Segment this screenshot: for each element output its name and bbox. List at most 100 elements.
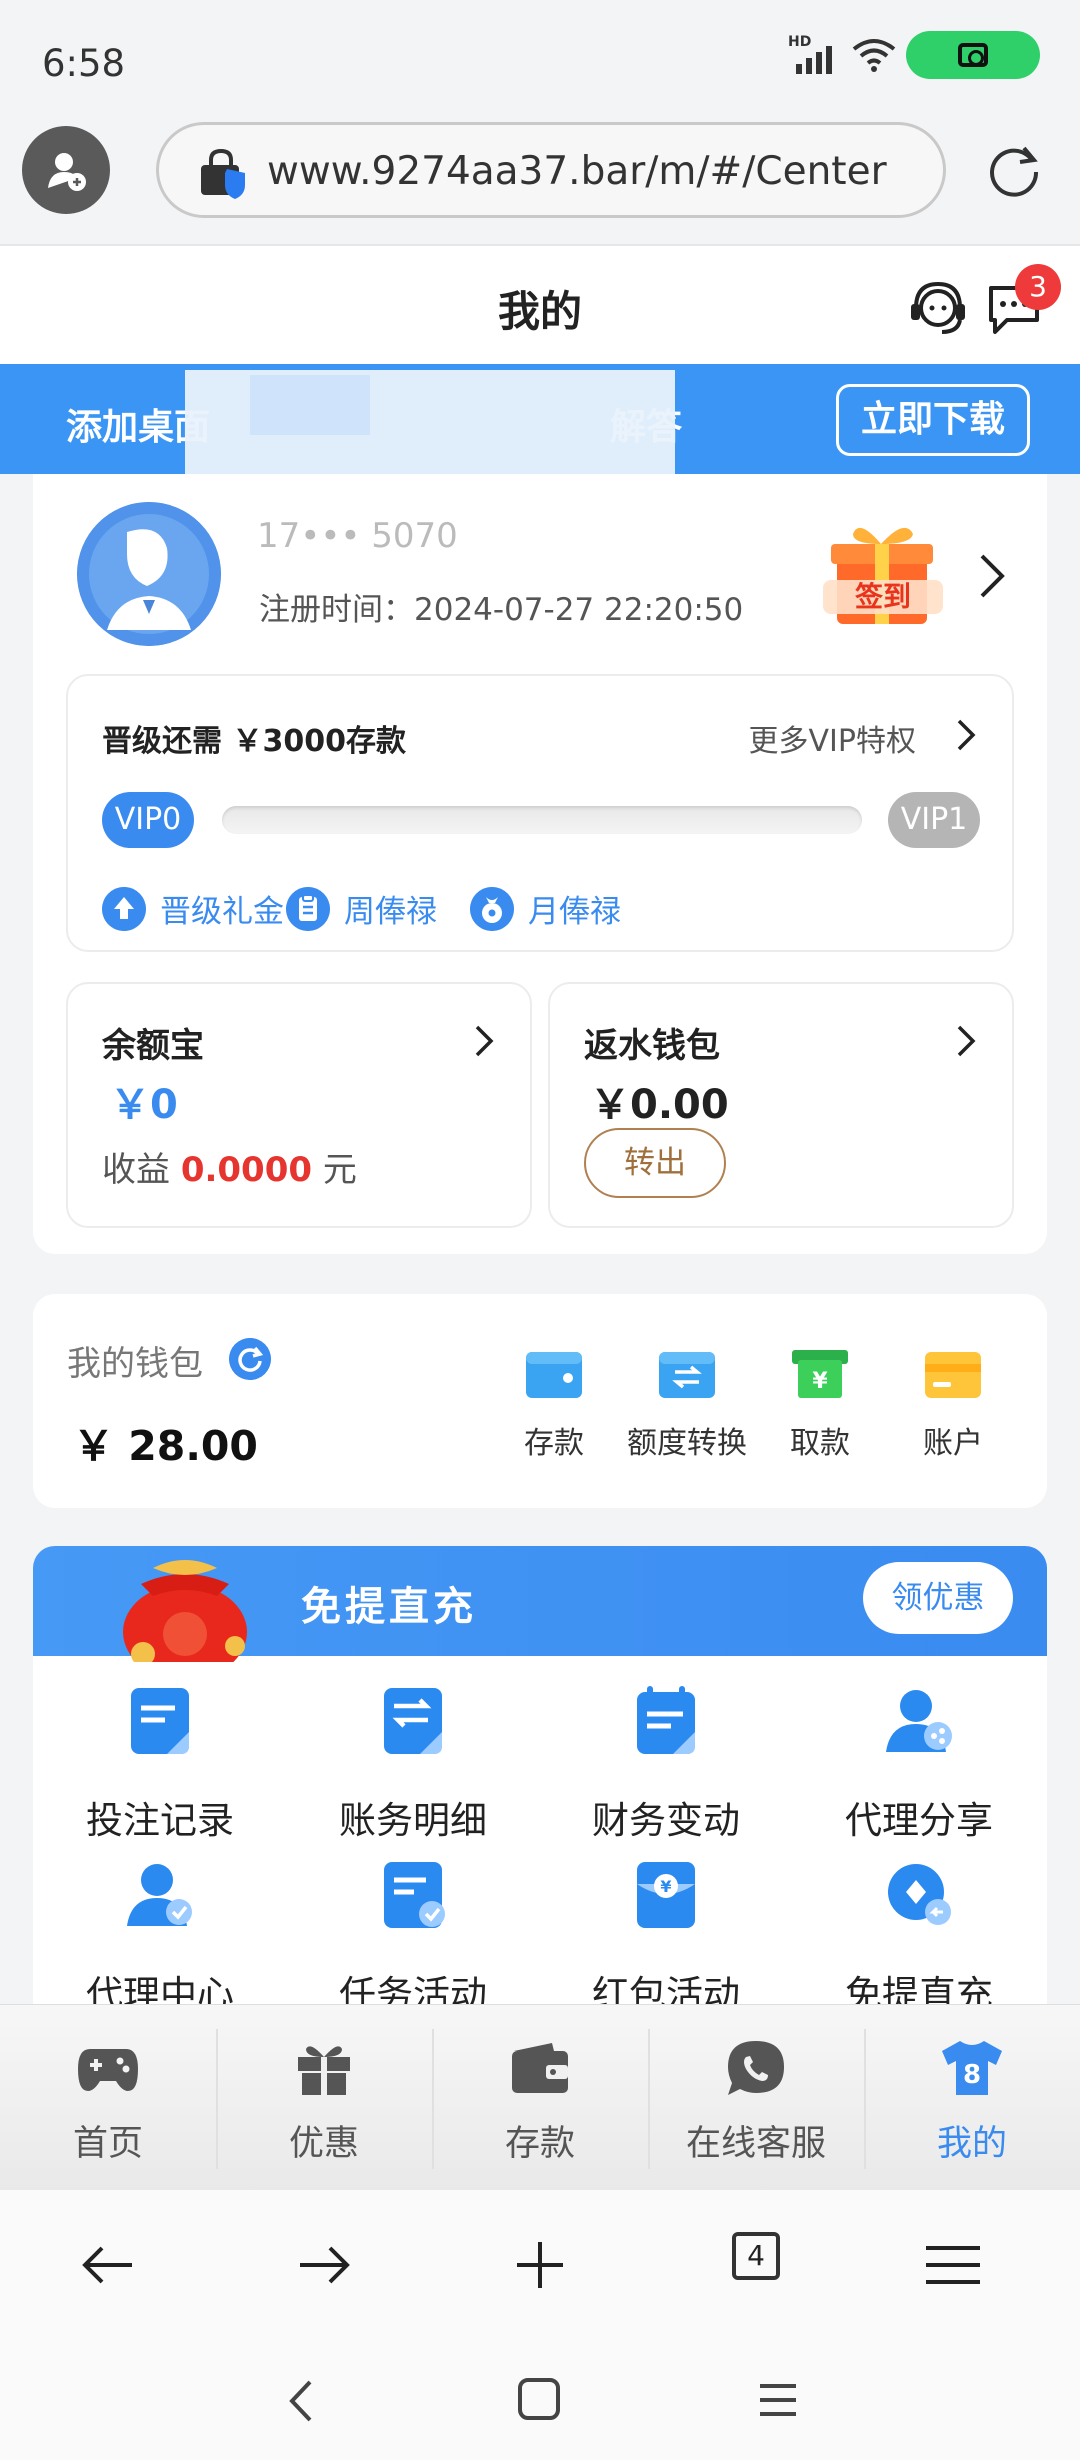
refresh-icon[interactable] (229, 1338, 271, 1380)
system-home-icon[interactable] (516, 2376, 562, 2422)
tab-home[interactable]: 首页 (0, 2005, 216, 2191)
status-time: 6:58 (42, 42, 126, 85)
tab-count-button[interactable]: 4 (732, 2232, 780, 2280)
chevron-right-icon (957, 1025, 976, 1057)
signal-icon: HD (788, 32, 842, 78)
url-input[interactable]: www.9274aa37.bar/m/#/Center (156, 122, 946, 218)
status-bar: 6:58 HD (0, 0, 1080, 120)
user-check-icon (127, 1864, 192, 1926)
balance-treasure-title: 余额宝 (102, 1026, 204, 1066)
wallet-label: 我的钱包 (67, 1344, 203, 1384)
download-now-button[interactable]: 立即下载 (836, 384, 1030, 456)
chevron-right-icon[interactable] (978, 552, 1006, 600)
register-time: 注册时间：2024-07-27 22:20:50 (259, 592, 744, 628)
perk-monthly-salary[interactable]: 月俸禄 (470, 886, 621, 931)
svg-text:¥: ¥ (812, 1369, 828, 1394)
wallet-icon (526, 1352, 582, 1398)
transfer-document-icon (384, 1688, 442, 1754)
bottom-tab-bar: 首页 优惠 存款 在线客服 8 我的 (0, 2004, 1080, 2190)
clipboard-icon (286, 886, 330, 931)
gamepad-icon (78, 2049, 138, 2091)
rebate-wallet-card[interactable]: 返水钱包 ￥0.00 转出 (548, 982, 1014, 1228)
vip-more-privileges[interactable]: 更多VIP特权 (749, 716, 916, 760)
exchange-icon (659, 1352, 715, 1398)
user-info-card: 17••• 5070 注册时间：2024-07-27 22:20:50 签到 晋… (33, 474, 1047, 1254)
vip-current-level: VIP0 (102, 792, 194, 848)
feature-section: 免提直充 领优惠 投注记录 账务明细 财务变动 代理分享 代理中心 任务活动 ¥… (33, 1546, 1047, 2006)
new-tab-icon[interactable] (505, 2230, 575, 2300)
reload-icon[interactable] (986, 142, 1042, 198)
income-value: 0.0000 (180, 1150, 313, 1190)
feature-red-packet[interactable]: ¥ 红包活动 (539, 1860, 793, 2006)
whatsapp-phone-icon (728, 2041, 784, 2095)
feature-agent-share[interactable]: 代理分享 (792, 1686, 1046, 1844)
username: 17••• 5070 (257, 516, 458, 556)
wallet-amount: ￥ 28.00 (73, 1422, 258, 1470)
red-packet-icon: ¥ (637, 1862, 695, 1928)
rebate-wallet-title: 返水钱包 (584, 1026, 720, 1066)
document-icon (131, 1688, 189, 1754)
vip-progress-bar (222, 806, 862, 834)
screen-record-indicator (906, 31, 1040, 79)
svg-text:8: 8 (963, 2060, 981, 2090)
tab-mine[interactable]: 8 我的 (864, 2005, 1080, 2191)
user-share-icon (886, 1690, 952, 1752)
vip-perks: 晋级礼金 周俸禄 月俸禄 (102, 886, 1002, 936)
tab-promotions[interactable]: 优惠 (216, 2005, 432, 2191)
feature-task-activities[interactable]: 任务活动 (286, 1860, 540, 2006)
card-icon (925, 1352, 981, 1398)
browser-url-bar: www.9274aa37.bar/m/#/Center (0, 120, 1080, 244)
feature-bet-records[interactable]: 投注记录 (33, 1686, 287, 1844)
feature-banner: 免提直充 领优惠 (33, 1546, 1047, 1662)
balance-treasure-amount: ￥0 (110, 1082, 178, 1128)
upgrade-arrow-icon (102, 886, 146, 931)
site-security-icon (201, 148, 245, 199)
balance-treasure-card[interactable]: 余额宝 ￥0 收益 0.0000 元 (66, 982, 532, 1228)
perk-upgrade-bonus[interactable]: 晋级礼金 (102, 886, 284, 931)
status-icons: HD (788, 31, 1040, 79)
profile-button[interactable] (22, 126, 110, 214)
withdraw-icon: ¥ (792, 1350, 848, 1398)
sign-in-gift-icon[interactable]: 签到 (819, 514, 949, 634)
customer-service-icon[interactable] (908, 278, 968, 336)
feature-account-details[interactable]: 账务明细 (286, 1686, 540, 1844)
coin-icon (888, 1864, 951, 1925)
gift-icon (298, 2046, 350, 2095)
message-badge: 3 (1015, 264, 1061, 310)
forward-arrow-icon[interactable] (290, 2230, 360, 2300)
feature-direct-topup[interactable]: 免提直充 (792, 1860, 1046, 2006)
wifi-icon (852, 39, 896, 72)
account-action[interactable]: 账户 (893, 1348, 1013, 1462)
back-arrow-icon[interactable] (72, 2230, 142, 2300)
chevron-right-icon[interactable] (956, 718, 976, 752)
task-document-icon (384, 1862, 445, 1928)
tab-online-support[interactable]: 在线客服 (648, 2005, 864, 2191)
income-line: 收益 0.0000 元 (102, 1150, 357, 1190)
lucky-bag-icon (123, 1560, 247, 1662)
deposit-action[interactable]: 存款 (494, 1348, 614, 1462)
money-bag-icon (470, 886, 514, 931)
perk-weekly-salary[interactable]: 周俸禄 (286, 886, 437, 931)
svg-text:签到: 签到 (855, 580, 911, 613)
feature-financial-changes[interactable]: 财务变动 (539, 1686, 793, 1844)
tab-deposit[interactable]: 存款 (432, 2005, 648, 2191)
claim-offer-button[interactable]: 领优惠 (863, 1562, 1013, 1634)
system-back-icon[interactable] (280, 2376, 324, 2426)
transfer-out-button[interactable]: 转出 (584, 1128, 726, 1198)
transfer-action[interactable]: 额度转换 (627, 1348, 747, 1462)
redaction-overlay (250, 375, 370, 435)
rebate-wallet-amount: ￥0.00 (590, 1082, 729, 1128)
camera-icon (958, 43, 988, 67)
menu-icon[interactable] (918, 2230, 988, 2300)
feature-agent-center[interactable]: 代理中心 (33, 1860, 287, 2006)
chevron-right-icon (475, 1025, 494, 1057)
vip-next-level: VIP1 (888, 792, 980, 848)
avatar[interactable] (77, 502, 221, 646)
withdraw-action[interactable]: ¥ 取款 (760, 1348, 880, 1462)
notepad-icon (637, 1686, 695, 1754)
feature-banner-title: 免提直充 (301, 1584, 477, 1630)
jersey-icon: 8 (942, 2041, 1002, 2095)
system-recents-icon[interactable] (756, 2378, 800, 2422)
page-header: 我的 3 (0, 244, 1080, 364)
add-user-icon (48, 153, 86, 191)
